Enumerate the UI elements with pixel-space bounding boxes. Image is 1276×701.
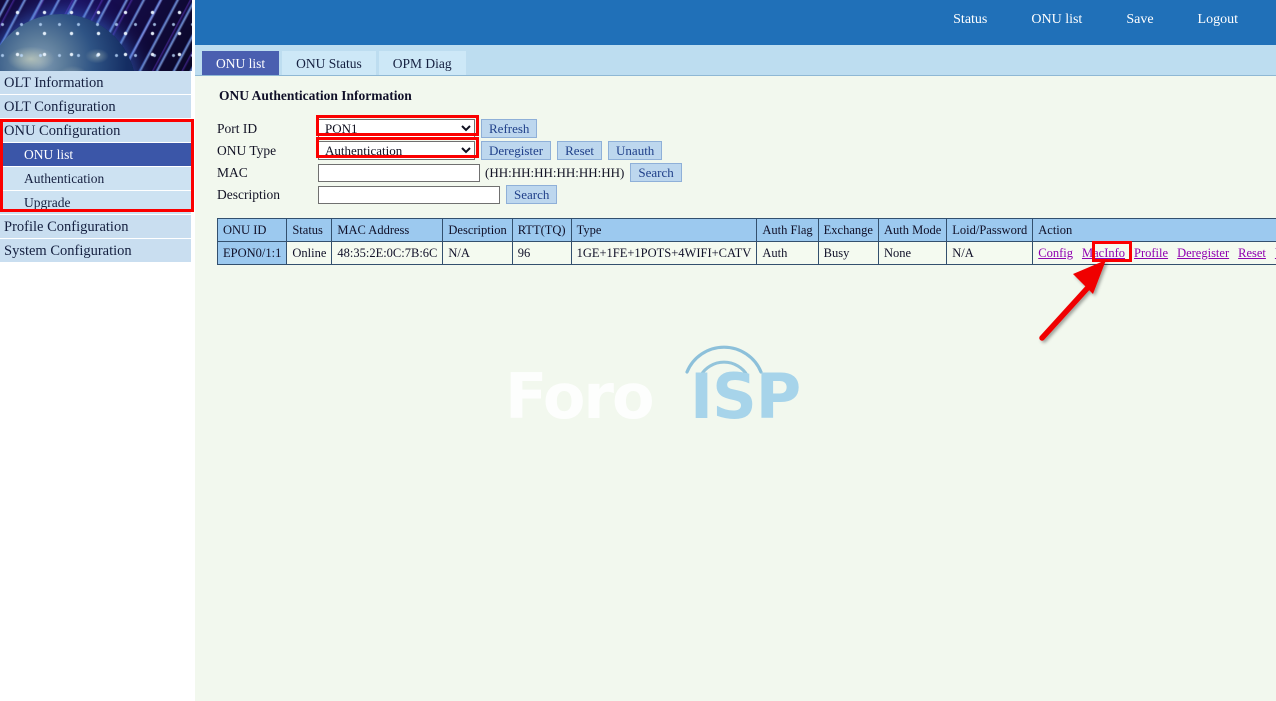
topnav-logout[interactable]: Logout (1176, 12, 1260, 28)
sidebar-item-label: System Configuration (4, 243, 132, 259)
action-macinfo[interactable]: MacInfo (1082, 246, 1125, 260)
col-auth-mode: Auth Mode (878, 219, 946, 242)
foroisp-watermark: Foro ISP (505, 334, 895, 444)
form-row-port-id: Port ID PON1 Refresh (217, 118, 1276, 139)
cell-exchange: Busy (818, 242, 878, 265)
watermark-text-isp: ISP (690, 360, 800, 433)
col-status: Status (287, 219, 332, 242)
section-title: ONU Authentication Information (219, 88, 1276, 104)
sidebar-item-profile-configuration[interactable]: Profile Configuration (0, 215, 191, 239)
tab-onu-status[interactable]: ONU Status (282, 51, 376, 75)
tab-label: OPM Diag (393, 56, 452, 71)
description-input[interactable] (318, 186, 500, 204)
action-deregister[interactable]: Deregister (1177, 246, 1229, 260)
deregister-button[interactable]: Deregister (481, 141, 551, 160)
cell-mac-address: 48:35:2E:0C:7B:6C (332, 242, 443, 265)
description-label: Description (217, 187, 318, 203)
sidebar-group-onu-configuration: ONU Configuration ONU list Authenticatio… (0, 119, 195, 215)
onu-table: ONU ID Status MAC Address Description RT… (217, 218, 1276, 265)
mac-format-hint: (HH:HH:HH:HH:HH:HH) (485, 165, 624, 181)
cell-auth-mode: None (878, 242, 946, 265)
table-header-row: ONU ID Status MAC Address Description RT… (218, 219, 1276, 242)
tab-opm-diag[interactable]: OPM Diag (379, 51, 466, 75)
description-search-button[interactable]: Search (506, 185, 557, 204)
banner-light-dots (0, 0, 192, 71)
col-type: Type (571, 219, 757, 242)
cell-type: 1GE+1FE+1POTS+4WIFI+CATV (571, 242, 757, 265)
table-body: EPON0/1:1 Online 48:35:2E:0C:7B:6C N/A 9… (218, 242, 1276, 265)
table-head: ONU ID Status MAC Address Description RT… (218, 219, 1276, 242)
form-row-onu-type: ONU Type Authentication Deregister Reset… (217, 140, 1276, 161)
sidebar-item-authentication[interactable]: Authentication (0, 167, 191, 191)
form-row-mac: MAC (HH:HH:HH:HH:HH:HH) Search (217, 162, 1276, 183)
watermark-text-foro: Foro (505, 360, 653, 433)
sidebar-item-system-configuration[interactable]: System Configuration (0, 239, 191, 263)
mac-search-button[interactable]: Search (630, 163, 681, 182)
col-description: Description (443, 219, 512, 242)
sidebar: OLT Information OLT Configuration ONU Co… (0, 0, 195, 613)
port-id-select[interactable]: PON1 (318, 119, 475, 138)
cell-status: Online (287, 242, 332, 265)
col-onu-id: ONU ID (218, 219, 287, 242)
top-nav: Status ONU list Save Logout (931, 12, 1260, 28)
sidebar-item-upgrade[interactable]: Upgrade (0, 191, 191, 215)
sidebar-item-label: ONU list (24, 147, 73, 162)
sidebar-item-label: OLT Configuration (4, 99, 116, 115)
cell-loid-password: N/A (947, 242, 1033, 265)
action-profile[interactable]: Profile (1134, 246, 1168, 260)
form-row-description: Description Search (217, 184, 1276, 205)
sidebar-item-label: ONU Configuration (4, 123, 120, 139)
tab-label: ONU Status (296, 56, 362, 71)
topnav-onu-list[interactable]: ONU list (1009, 12, 1104, 28)
col-mac-address: MAC Address (332, 219, 443, 242)
sidebar-item-label: Authentication (24, 171, 104, 186)
col-action: Action (1033, 219, 1276, 242)
sidebar-item-olt-information[interactable]: OLT Information (0, 71, 191, 95)
sidebar-menu: OLT Information OLT Configuration ONU Co… (0, 71, 195, 263)
tab-label: ONU list (216, 56, 265, 71)
topnav-status[interactable]: Status (931, 12, 1009, 28)
refresh-button[interactable]: Refresh (481, 119, 537, 138)
sidebar-item-label: Upgrade (24, 195, 70, 210)
content-panel: ONU Authentication Information Port ID P… (195, 76, 1276, 701)
col-loid-password: Loid/Password (947, 219, 1033, 242)
search-form: Port ID PON1 Refresh ONU Type Authentica… (217, 118, 1276, 205)
mac-label: MAC (217, 165, 318, 181)
col-exchange: Exchange (818, 219, 878, 242)
page-root: OLT Information OLT Configuration ONU Co… (0, 0, 1276, 613)
unauth-button[interactable]: Unauth (608, 141, 662, 160)
reset-button[interactable]: Reset (557, 141, 602, 160)
cell-rtt-tq: 96 (512, 242, 571, 265)
sidebar-item-onu-configuration[interactable]: ONU Configuration (0, 119, 191, 143)
cell-actions: ConfigMacInfoProfileDeregisterResetUnaut… (1033, 242, 1276, 265)
cell-description: N/A (443, 242, 512, 265)
sidebar-item-olt-configuration[interactable]: OLT Configuration (0, 95, 191, 119)
watermark-wifi-arcs-icon (681, 334, 767, 378)
mac-input[interactable] (318, 164, 480, 182)
top-header-bar: Status ONU list Save Logout (195, 0, 1276, 45)
cell-auth-flag: Auth (757, 242, 818, 265)
sidebar-item-label: OLT Information (4, 75, 103, 91)
cell-onu-id: EPON0/1:1 (218, 242, 287, 265)
topnav-save[interactable]: Save (1104, 12, 1175, 28)
tab-onu-list[interactable]: ONU list (202, 51, 279, 75)
action-config[interactable]: Config (1038, 246, 1073, 260)
table-row: EPON0/1:1 Online 48:35:2E:0C:7B:6C N/A 9… (218, 242, 1276, 265)
sidebar-item-onu-list[interactable]: ONU list (0, 143, 191, 167)
header-banner-image (0, 0, 192, 71)
col-auth-flag: Auth Flag (757, 219, 818, 242)
action-reset[interactable]: Reset (1238, 246, 1266, 260)
sidebar-item-label: Profile Configuration (4, 219, 128, 235)
onu-type-select[interactable]: Authentication (318, 141, 475, 160)
main-area: Status ONU list Save Logout ONU list ONU… (195, 0, 1276, 613)
col-rtt-tq: RTT(TQ) (512, 219, 571, 242)
port-id-label: Port ID (217, 121, 318, 137)
onu-type-label: ONU Type (217, 143, 318, 159)
tab-bar: ONU list ONU Status OPM Diag (195, 45, 1276, 76)
